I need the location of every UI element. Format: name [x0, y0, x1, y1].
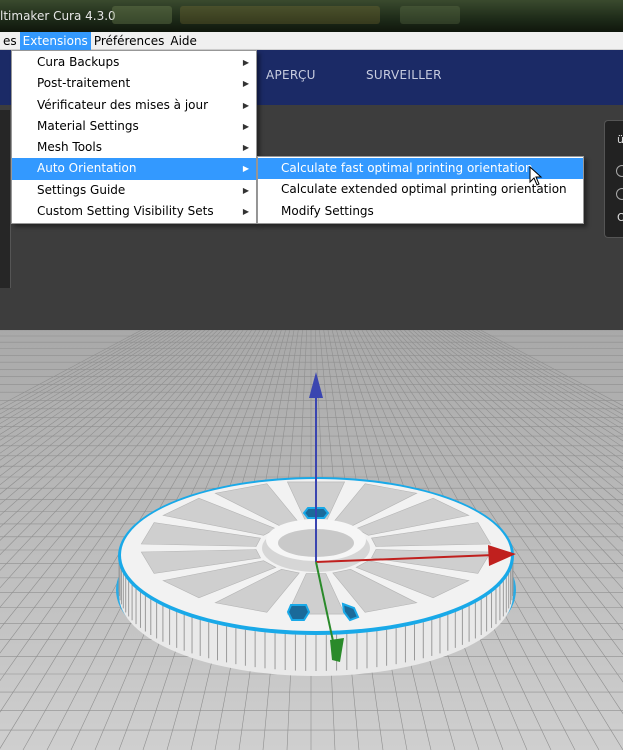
- menu-item-settings-guide[interactable]: Settings Guide ▶: [12, 180, 256, 201]
- window-title: ltimaker Cura 4.3.0: [0, 9, 116, 23]
- build-plate-viewport[interactable]: [0, 330, 623, 750]
- menu-bar: es Extensions Préférences Aide: [0, 31, 623, 50]
- submenu-arrow-icon: ▶: [242, 121, 249, 131]
- titlebar-tab-area: [180, 6, 380, 24]
- menu-item-post-traitement[interactable]: Post-traitement ▶: [12, 73, 256, 94]
- extensions-menu: Cura Backups ▶ Post-traitement ▶ Vérific…: [11, 50, 257, 225]
- right-panel: ü O: [604, 120, 623, 238]
- menu-item-label: Vérificateur des mises à jour: [37, 97, 209, 112]
- menu-extensions[interactable]: Extensions: [19, 31, 91, 50]
- right-panel-label: ü: [617, 133, 623, 146]
- menu-partial-item[interactable]: es: [0, 32, 20, 50]
- menu-item-label: Custom Setting Visibility Sets: [37, 204, 214, 219]
- menu-item-verificateur[interactable]: Vérificateur des mises à jour ▶: [12, 95, 256, 116]
- menu-preferences[interactable]: Préférences: [91, 32, 168, 50]
- menu-item-custom-visibility-sets[interactable]: Custom Setting Visibility Sets ▶: [12, 201, 256, 222]
- mouse-cursor-icon: [529, 166, 543, 186]
- submenu-arrow-icon: ▶: [242, 207, 249, 217]
- title-bar: ltimaker Cura 4.3.0: [0, 0, 623, 32]
- menu-item-label: Material Settings: [37, 118, 139, 133]
- menu-item-label: Cura Backups: [37, 55, 120, 69]
- menu-item-label: Settings Guide: [37, 182, 126, 197]
- radio-button[interactable]: [616, 188, 623, 200]
- menu-item-label: Auto Orientation: [37, 161, 137, 176]
- titlebar-toolbar-area: [112, 6, 172, 24]
- menu-item-modify-settings[interactable]: Modify Settings: [258, 201, 583, 222]
- submenu-arrow-icon: ▶: [242, 185, 249, 195]
- menu-aide[interactable]: Aide: [167, 32, 200, 50]
- submenu-arrow-icon: ▶: [242, 143, 249, 153]
- submenu-arrow-icon: ▶: [242, 100, 249, 110]
- menu-item-cura-backups[interactable]: Cura Backups ▶: [12, 52, 256, 73]
- titlebar-control-area: [400, 6, 460, 24]
- menu-item-label: Mesh Tools: [37, 140, 102, 155]
- submenu-arrow-icon: ▶: [242, 164, 249, 174]
- radio-button[interactable]: [616, 165, 623, 177]
- submenu-arrow-icon: ▶: [242, 79, 249, 89]
- menu-item-auto-orientation[interactable]: Auto Orientation ▶: [12, 158, 256, 180]
- tab-apercu[interactable]: APERÇU: [266, 68, 316, 82]
- submenu-arrow-icon: ▶: [242, 58, 249, 67]
- menu-item-label: Post-traitement: [37, 76, 131, 91]
- menu-item-mesh-tools[interactable]: Mesh Tools ▶: [12, 137, 256, 158]
- tab-surveiller[interactable]: SURVEILLER: [366, 68, 442, 82]
- right-panel-caption: O: [617, 211, 623, 224]
- left-panel: [0, 110, 11, 288]
- menu-item-material-settings[interactable]: Material Settings ▶: [12, 116, 256, 137]
